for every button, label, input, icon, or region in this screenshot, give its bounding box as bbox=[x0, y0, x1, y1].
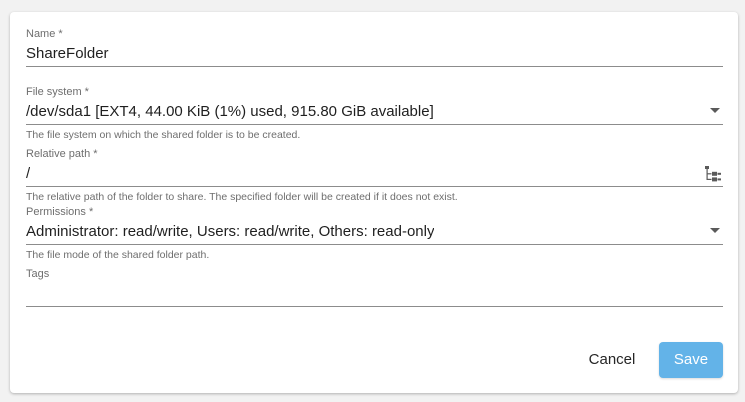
name-value: ShareFolder bbox=[26, 45, 109, 62]
permissions-hint: The file mode of the shared folder path. bbox=[26, 249, 210, 261]
relative-path-value: / bbox=[26, 165, 31, 182]
tags-input[interactable] bbox=[26, 281, 723, 307]
relative-path-hint: The relative path of the folder to share… bbox=[26, 191, 458, 203]
file-system-value: /dev/sda1 [EXT4, 44.00 KiB (1%) used, 91… bbox=[26, 103, 434, 120]
name-input[interactable]: ShareFolder bbox=[26, 41, 723, 67]
chevron-down-icon[interactable] bbox=[710, 228, 720, 233]
tags-label: Tags bbox=[26, 268, 50, 280]
save-button[interactable]: Save bbox=[659, 342, 723, 378]
cancel-button[interactable]: Cancel bbox=[577, 342, 647, 378]
permissions-value: Administrator: read/write, Users: read/w… bbox=[26, 223, 435, 240]
name-label: Name * bbox=[26, 28, 63, 40]
name-field[interactable]: Name * ShareFolder bbox=[26, 27, 723, 67]
relative-path-field[interactable]: Relative path * / The relative path of t… bbox=[26, 147, 723, 204]
tags-field[interactable]: Tags bbox=[26, 267, 723, 307]
permissions-select[interactable]: Administrator: read/write, Users: read/w… bbox=[26, 219, 723, 245]
permissions-label: Permissions * bbox=[26, 206, 94, 218]
file-system-hint: The file system on which the shared fold… bbox=[26, 129, 301, 141]
chevron-down-icon[interactable] bbox=[710, 108, 720, 113]
folder-tree-icon[interactable] bbox=[704, 165, 722, 183]
file-system-field[interactable]: File system * /dev/sda1 [EXT4, 44.00 KiB… bbox=[26, 85, 723, 142]
shared-folder-form-card: Name * ShareFolder File system * /dev/sd… bbox=[10, 12, 738, 393]
relative-path-label: Relative path * bbox=[26, 148, 98, 160]
file-system-select[interactable]: /dev/sda1 [EXT4, 44.00 KiB (1%) used, 91… bbox=[26, 99, 723, 125]
permissions-field[interactable]: Permissions * Administrator: read/write,… bbox=[26, 205, 723, 262]
relative-path-input[interactable]: / bbox=[26, 161, 723, 187]
file-system-label: File system * bbox=[26, 86, 89, 98]
